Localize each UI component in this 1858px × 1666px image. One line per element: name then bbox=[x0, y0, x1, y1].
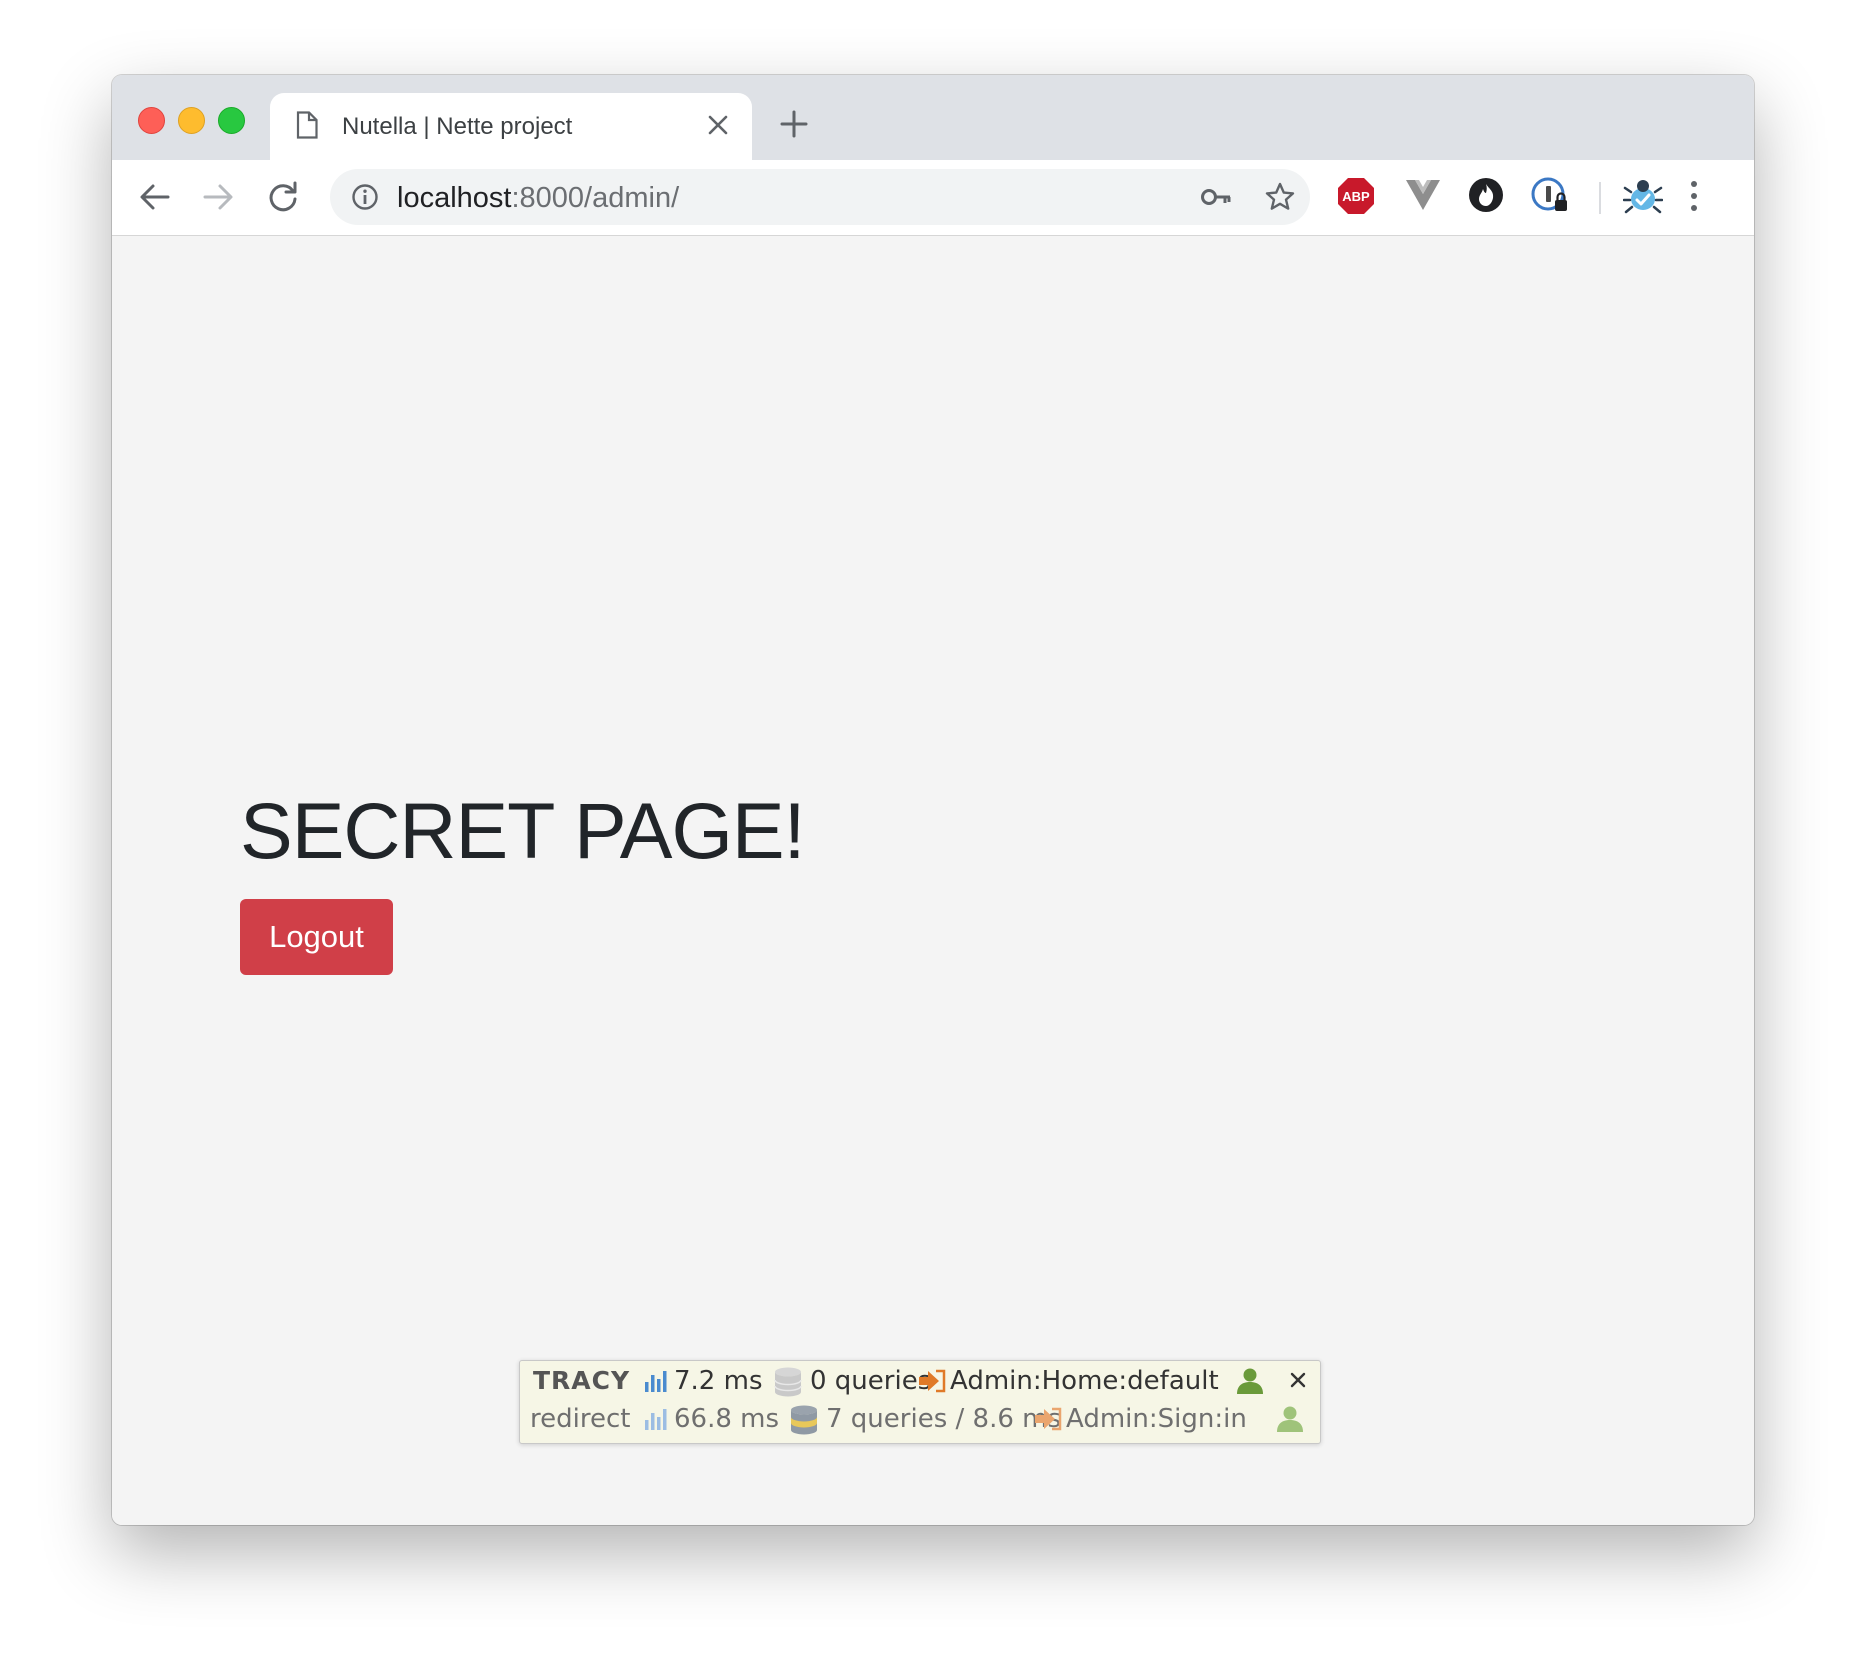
tracy-route[interactable]: Admin:Home:default bbox=[950, 1366, 1219, 1396]
page-content: SECRET PAGE! Logout TRACY 7.2 ms 0 queri… bbox=[112, 236, 1754, 1525]
menu-icon[interactable] bbox=[1688, 180, 1700, 217]
page-title: SECRET PAGE! bbox=[240, 786, 806, 875]
tracy-logo[interactable]: TRACY bbox=[533, 1366, 630, 1395]
tracy-redirect-route[interactable]: Admin:Sign:in bbox=[1066, 1404, 1247, 1434]
tracy-debug-bar[interactable]: TRACY 7.2 ms 0 queries Admin:Home:defaul… bbox=[519, 1360, 1321, 1444]
tab-title: Nutella | Nette project bbox=[342, 113, 573, 140]
reload-icon[interactable] bbox=[266, 180, 300, 219]
user-icon[interactable] bbox=[1276, 1405, 1304, 1437]
tracy-redirect-label: redirect bbox=[530, 1404, 631, 1434]
tracy-row-current: TRACY 7.2 ms 0 queries Admin:Home:defaul… bbox=[520, 1364, 1320, 1400]
tracy-time[interactable]: 7.2 ms bbox=[674, 1366, 763, 1396]
chart-icon bbox=[644, 1407, 668, 1435]
tab-close-icon[interactable] bbox=[706, 113, 730, 142]
toolbar-divider bbox=[1599, 182, 1601, 214]
svg-text:ABP: ABP bbox=[1342, 189, 1370, 204]
minimize-window-button[interactable] bbox=[178, 107, 205, 134]
page-icon bbox=[296, 111, 318, 144]
database-icon bbox=[790, 1405, 818, 1439]
route-icon bbox=[1034, 1407, 1062, 1435]
info-icon[interactable] bbox=[351, 183, 379, 216]
maximize-window-button[interactable] bbox=[218, 107, 245, 134]
chart-icon bbox=[644, 1369, 668, 1397]
logout-button[interactable]: Logout bbox=[240, 899, 393, 975]
new-tab-plus-icon[interactable] bbox=[780, 110, 808, 143]
back-arrow-icon[interactable] bbox=[138, 180, 172, 219]
vue-icon[interactable] bbox=[1406, 180, 1440, 215]
flame-icon[interactable] bbox=[1468, 177, 1504, 218]
tracy-redirect-time[interactable]: 66.8 ms bbox=[674, 1404, 779, 1434]
tab-active[interactable]: Nutella | Nette project bbox=[270, 93, 752, 160]
tracy-close-icon[interactable] bbox=[1289, 1371, 1307, 1393]
adblock-icon[interactable]: ABP bbox=[1336, 176, 1376, 221]
close-window-button[interactable] bbox=[138, 107, 165, 134]
address-bar[interactable]: localhost:8000/admin/ bbox=[330, 169, 1310, 225]
url-text: localhost:8000/admin/ bbox=[397, 182, 680, 214]
tracy-row-redirect: redirect 66.8 ms 7 queries / 8.6 ms Admi… bbox=[520, 1402, 1320, 1438]
star-icon[interactable] bbox=[1264, 181, 1296, 218]
browser-toolbar: localhost:8000/admin/ ABP bbox=[112, 160, 1754, 236]
tracy-queries[interactable]: 0 queries bbox=[810, 1366, 931, 1396]
database-icon bbox=[774, 1367, 802, 1401]
key-icon[interactable] bbox=[1200, 185, 1232, 214]
forward-arrow-icon[interactable] bbox=[201, 180, 235, 219]
route-icon bbox=[918, 1369, 946, 1397]
tab-strip: Nutella | Nette project bbox=[112, 75, 1754, 160]
browser-window: Nutella | Nette project localhost:8000/a… bbox=[112, 75, 1754, 1525]
tracy-redirect-queries[interactable]: 7 queries / 8.6 ms bbox=[826, 1404, 1061, 1434]
user-icon[interactable] bbox=[1236, 1367, 1264, 1399]
onepassword-icon[interactable] bbox=[1531, 176, 1569, 219]
bug-icon[interactable] bbox=[1622, 176, 1664, 221]
